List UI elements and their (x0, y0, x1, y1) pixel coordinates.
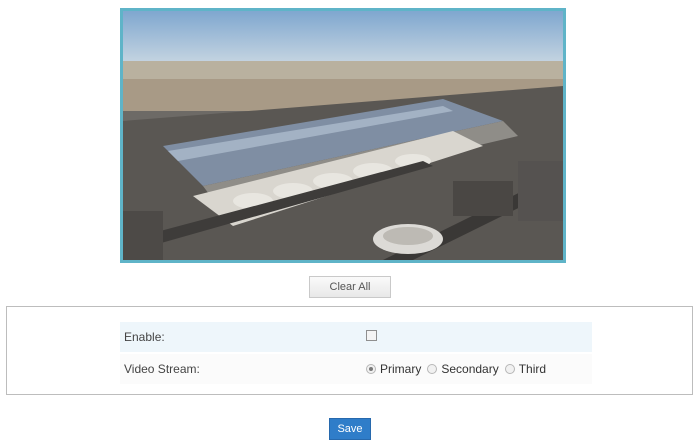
enable-label: Enable: (124, 330, 165, 344)
radio-secondary-label: Secondary (441, 362, 499, 376)
radio-primary-icon[interactable] (366, 364, 376, 374)
camera-preview-image[interactable] (120, 8, 566, 263)
privacy-mask-settings-page: Clear All Enable: Video Stream: Primary … (0, 0, 695, 443)
radio-primary-label: Primary (380, 362, 422, 376)
radio-secondary-icon[interactable] (427, 364, 438, 374)
enable-row: Enable: (120, 322, 592, 352)
video-stream-row: Video Stream: Primary Secondary Third (120, 354, 592, 384)
radio-third-icon[interactable] (504, 364, 515, 374)
enable-checkbox[interactable] (366, 330, 377, 341)
radio-primary[interactable]: Primary (366, 362, 421, 376)
video-stream-label: Video Stream: (124, 362, 200, 376)
save-button[interactable]: Save (329, 418, 371, 440)
settings-panel: Enable: Video Stream: Primary Secondary … (6, 306, 693, 395)
clear-all-button[interactable]: Clear All (309, 276, 391, 298)
airport-aerial-photo (123, 11, 563, 260)
radio-third[interactable]: Third (504, 362, 547, 376)
radio-secondary[interactable]: Secondary (427, 362, 499, 376)
radio-third-label: Third (518, 362, 547, 376)
video-stream-radio-group: Primary Secondary Third (366, 362, 552, 376)
